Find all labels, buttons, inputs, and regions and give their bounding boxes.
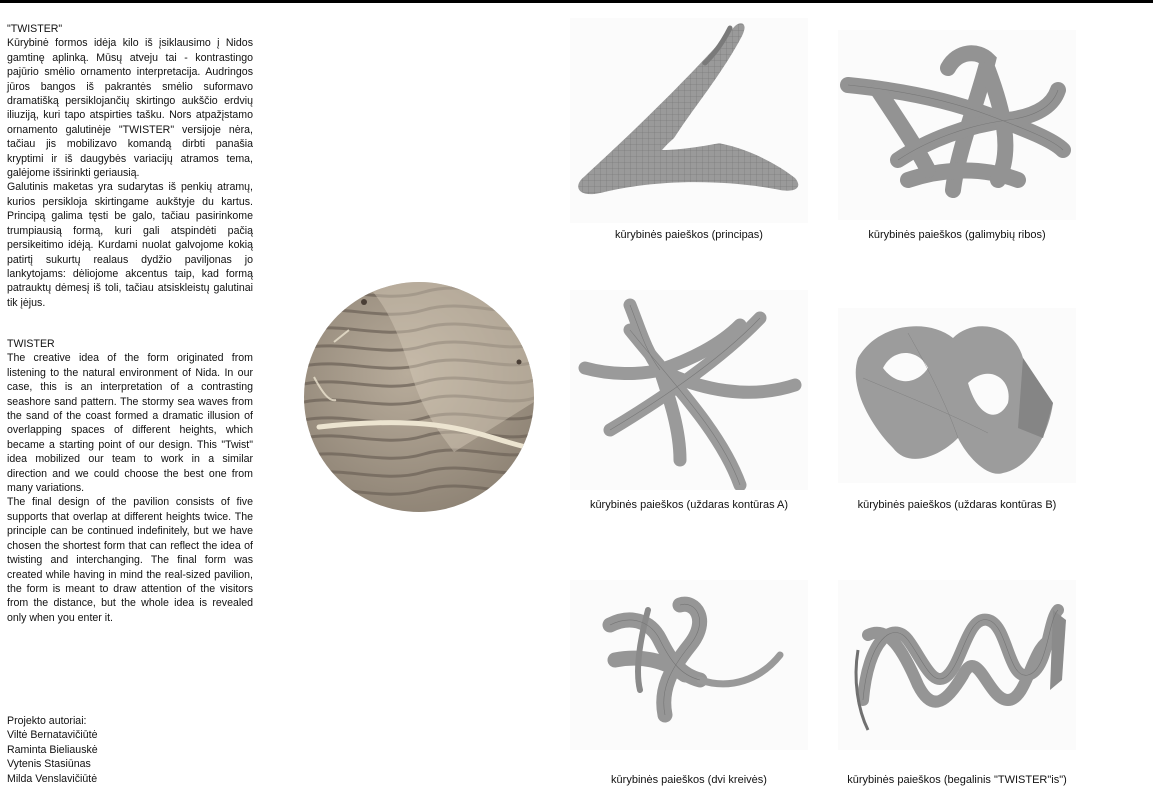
caption-uzdaras-konturas-a: kūrybinės paieškos (uždaras kontūras A) xyxy=(589,499,789,511)
form-render-principas xyxy=(570,18,808,223)
english-description: TWISTER The creative idea of the form or… xyxy=(7,337,253,625)
lt-paragraph-2: Galutinis maketas yra sudarytas iš penki… xyxy=(7,181,253,309)
author-name: Vytenis Stasiūnas xyxy=(7,758,91,771)
caption-dvi-kreives: kūrybinės paieškos (dvi kreivės) xyxy=(611,774,767,786)
caption-begalinis-twister: kūrybinės paieškos (begalinis "TWISTER"i… xyxy=(847,774,1067,786)
sand-pattern-photo xyxy=(304,282,534,512)
author-name: Raminta Bieliauskė xyxy=(7,743,98,756)
caption-galimybiu-ribos: kūrybinės paieškos (galimybių ribos) xyxy=(868,229,1046,241)
en-paragraph-2: The final design of the pavilion consist… xyxy=(7,496,253,624)
caption-principas: kūrybinės paieškos (principas) xyxy=(615,229,763,241)
author-name: Viltė Bernatavičiūtė xyxy=(7,729,98,742)
form-render-uzdaras-konturas-b xyxy=(838,308,1076,483)
caption-uzdaras-konturas-b: kūrybinės paieškos (uždaras kontūras B) xyxy=(857,499,1057,511)
lithuanian-description: "TWISTER" Kūrybinė formos idėja kilo iš … xyxy=(7,22,253,310)
form-render-dvi-kreives xyxy=(570,580,808,750)
top-border xyxy=(0,0,1153,3)
form-render-uzdaras-konturas-a xyxy=(570,290,808,490)
form-render-galimybiu-ribos xyxy=(838,30,1076,220)
author-name: Milda Venslavičiūtė xyxy=(7,772,98,785)
lt-title: "TWISTER" xyxy=(7,23,63,35)
en-title: TWISTER xyxy=(7,338,55,350)
authors-heading: Projekto autoriai: xyxy=(7,715,87,727)
en-paragraph-1: The creative idea of the form originated… xyxy=(7,352,253,495)
authors-block: Projekto autoriai: Viltė Bernatavičiūtė … xyxy=(7,714,98,786)
form-render-begalinis-twister xyxy=(838,580,1076,750)
lt-paragraph-1: Kūrybinė formos idėja kilo iš įsiklausim… xyxy=(7,37,253,180)
